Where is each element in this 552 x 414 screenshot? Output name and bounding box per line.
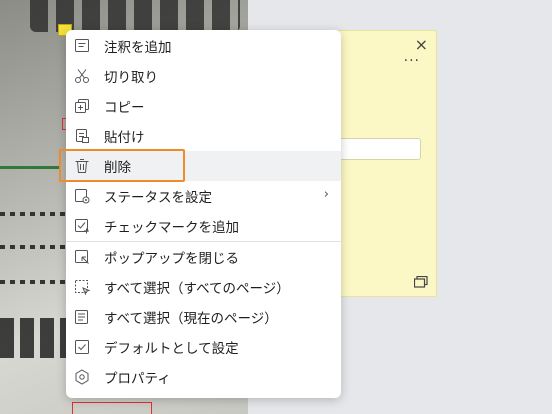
close-popup-icon xyxy=(74,249,90,265)
reply-icon[interactable] xyxy=(414,276,428,288)
properties-icon xyxy=(74,369,90,385)
menu-item-select-current-page[interactable]: すべて選択（現在のページ） xyxy=(66,302,341,332)
scissors-icon xyxy=(74,68,90,84)
menu-item-cut[interactable]: 切り取り xyxy=(66,61,341,91)
checkmark-add-icon xyxy=(74,218,90,234)
red-annotation-box[interactable] xyxy=(72,402,152,414)
menu-item-label: すべて選択（すべてのページ） xyxy=(104,281,290,297)
chevron-right-icon: › xyxy=(323,187,329,202)
dotted-line xyxy=(0,245,68,249)
menu-item-label: プロパティ xyxy=(104,371,171,387)
menu-item-label: 貼付け xyxy=(104,130,145,146)
handwriting-bottom xyxy=(0,318,70,358)
more-options-icon[interactable]: ··· xyxy=(404,53,420,69)
copy-icon xyxy=(74,98,90,114)
context-menu: 注釈を追加 切り取り コピー 貼付け 削除 ステータスを設定 › チェックマーク… xyxy=(66,30,341,398)
menu-item-label: コピー xyxy=(104,100,145,116)
menu-item-set-default[interactable]: デフォルトとして設定 xyxy=(66,332,341,362)
checkbox-icon xyxy=(74,339,90,355)
menu-item-select-all-pages[interactable]: すべて選択（すべてのページ） xyxy=(66,272,341,302)
trash-icon xyxy=(74,158,90,174)
sticky-note-popup[interactable]: × ··· xyxy=(338,30,437,297)
menu-item-label: デフォルトとして設定 xyxy=(104,341,239,357)
select-all-pages-icon xyxy=(74,279,90,295)
green-underline xyxy=(0,166,60,169)
menu-item-label: ステータスを設定 xyxy=(104,190,212,206)
dotted-line xyxy=(0,212,68,216)
menu-item-add-checkmark[interactable]: チェックマークを追加 xyxy=(66,211,341,241)
menu-item-label: 注釈を追加 xyxy=(104,40,172,56)
menu-item-copy[interactable]: コピー xyxy=(66,91,341,121)
menu-item-add-comment[interactable]: 注釈を追加 xyxy=(66,31,341,61)
select-current-page-icon xyxy=(74,309,90,325)
dotted-line xyxy=(0,280,68,284)
menu-item-label: チェックマークを追加 xyxy=(104,220,239,236)
menu-item-label: 切り取り xyxy=(104,70,158,86)
menu-item-delete[interactable]: 削除 xyxy=(66,151,341,181)
menu-item-label: 削除 xyxy=(104,160,131,176)
reply-input[interactable] xyxy=(339,138,421,160)
menu-item-label: ポップアップを閉じる xyxy=(104,251,239,267)
menu-item-paste[interactable]: 貼付け xyxy=(66,121,341,151)
menu-item-close-popup[interactable]: ポップアップを閉じる xyxy=(66,242,341,272)
menu-item-set-status[interactable]: ステータスを設定 › xyxy=(66,181,341,211)
close-icon[interactable]: × xyxy=(415,35,428,54)
menu-item-label: すべて選択（現在のページ） xyxy=(104,311,278,327)
status-icon xyxy=(74,188,90,204)
menu-item-properties[interactable]: プロパティ xyxy=(66,362,341,392)
paste-icon xyxy=(74,128,90,144)
add-comment-icon xyxy=(74,38,90,54)
